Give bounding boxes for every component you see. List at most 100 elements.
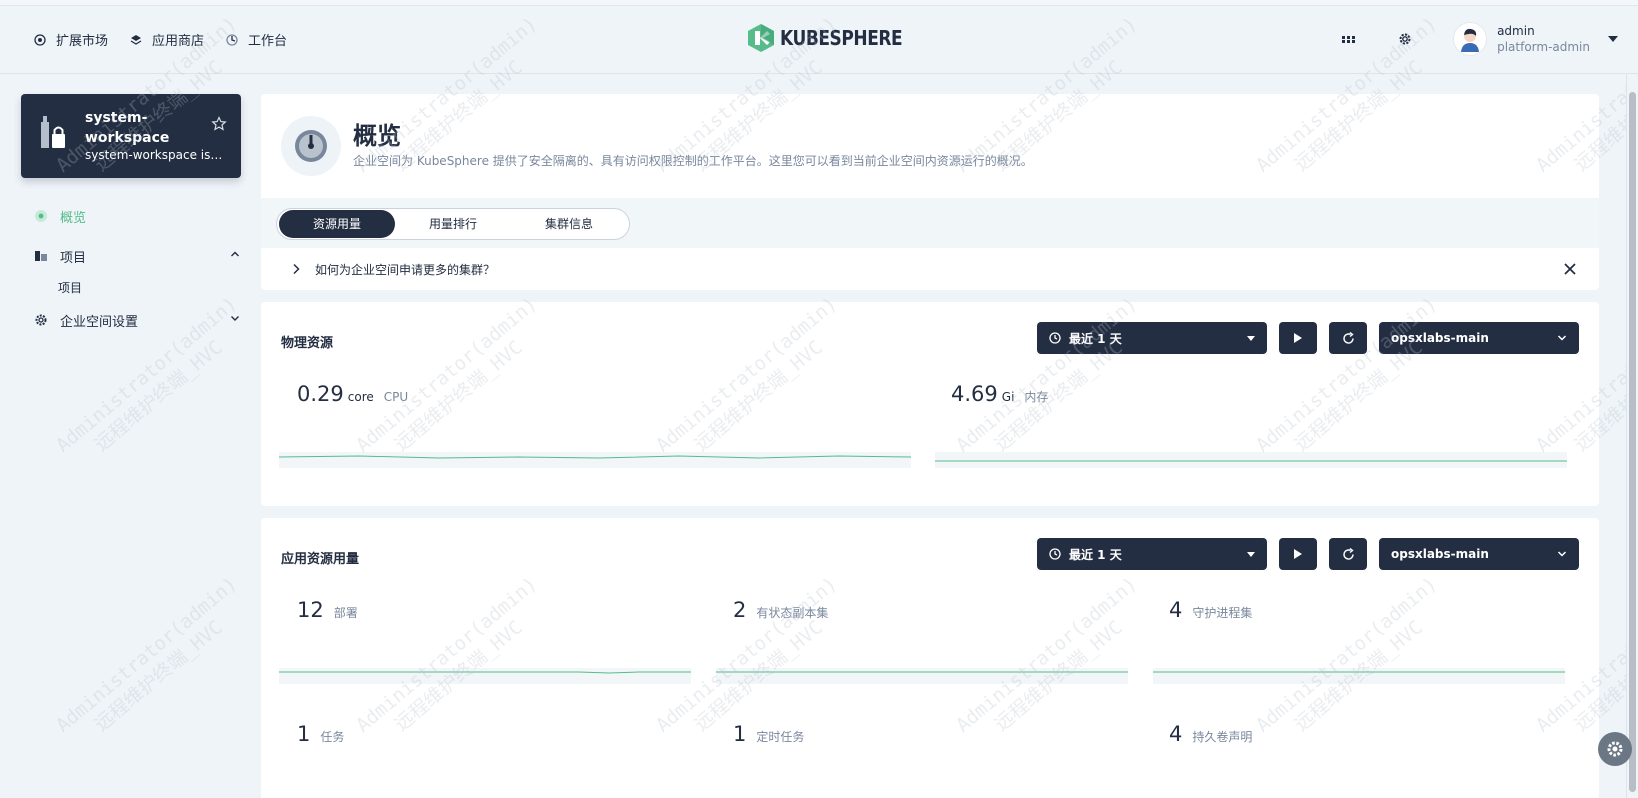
tab-resource-usage[interactable]: 资源用量	[279, 210, 395, 238]
play-button[interactable]	[1279, 322, 1317, 354]
statefulsets-label: 有状态副本集	[756, 606, 829, 620]
statefulsets-value: 2	[733, 598, 747, 622]
close-icon[interactable]	[1563, 262, 1577, 276]
workspace-card[interactable]: system-workspace system-workspace is a .…	[21, 94, 241, 178]
workspace-name: system-workspace	[85, 110, 170, 146]
physical-resources-title: 物理资源	[281, 336, 334, 351]
overview-gauge-icon	[281, 116, 341, 176]
daemonsets-label: 守护进程集	[1192, 606, 1253, 620]
cluster-value: opsxlabs-main	[1391, 331, 1489, 345]
tabs-row: 资源用量 用量排行 集群信息	[261, 198, 1599, 248]
top-edge	[0, 0, 1638, 6]
page-scrollbar[interactable]	[1626, 74, 1638, 798]
gear-icon	[1607, 741, 1623, 757]
kubesphere-logo[interactable]: KUBESPHERE	[748, 24, 924, 52]
memory-unit: Gi	[1001, 390, 1015, 404]
cronjobs-value: 1	[733, 722, 747, 746]
extension-icon	[34, 33, 46, 46]
refresh-button[interactable]	[1329, 322, 1367, 354]
tab-cluster-info[interactable]: 集群信息	[511, 210, 627, 238]
physical-resources-panel: 物理资源 最近 1 天 opsxlabs-main 0.29 core CPU	[261, 302, 1599, 506]
pvc-metric: 4 持久卷声明	[1169, 722, 1252, 746]
top-bar: 扩展市场 应用商店 工作台 KUBESPHERE admin platform-…	[0, 0, 1638, 74]
nav-app-store[interactable]: 应用商店	[130, 30, 204, 49]
sidebar-subitem-projects[interactable]: 项目	[34, 278, 240, 298]
pvc-label: 持久卷声明	[1192, 730, 1253, 744]
refresh-icon	[1342, 547, 1354, 560]
overview-tabs: 资源用量 用量排行 集群信息	[276, 208, 630, 240]
chevron-right-icon[interactable]	[291, 263, 301, 275]
watermark-line1: Administrator(admin)	[51, 572, 242, 737]
cpu-sparkline	[278, 452, 912, 468]
app-time-range-select[interactable]: 最近 1 天	[1037, 538, 1267, 570]
top-right-tools: admin platform-admin	[1341, 22, 1618, 56]
sidebar-item-overview-label: 概览	[60, 210, 87, 226]
scrollbar-thumb[interactable]	[1629, 92, 1636, 792]
app-play-button[interactable]	[1279, 538, 1317, 570]
caret-down-icon	[1247, 336, 1255, 341]
memory-sparkline-line	[935, 460, 1567, 462]
workbench-icon	[226, 33, 238, 46]
top-nav: 扩展市场 应用商店 工作台	[34, 30, 287, 49]
workspace-lock-icon	[41, 116, 65, 148]
nav-app-store-label: 应用商店	[152, 34, 205, 49]
caret-down-icon	[1247, 552, 1255, 557]
nav-extension-market[interactable]: 扩展市场	[34, 30, 108, 49]
clock-icon	[1049, 548, 1061, 560]
jobs-value: 1	[297, 722, 311, 746]
user-menu-caret-icon[interactable]	[1608, 36, 1618, 42]
sidebar-item-overview[interactable]: 概览	[34, 206, 240, 226]
physical-controls: 最近 1 天 opsxlabs-main	[1037, 322, 1579, 354]
memory-value: 4.69	[951, 382, 998, 406]
chevron-down-icon	[1557, 551, 1567, 557]
sidebar-item-workspace-settings[interactable]: 企业空间设置	[34, 310, 240, 330]
floating-settings-button[interactable]	[1598, 732, 1632, 766]
statefulsets-metric: 2 有状态副本集	[733, 598, 828, 622]
settings-gear-icon[interactable]	[1397, 31, 1413, 47]
tip-row[interactable]: 如何为企业空间申请更多的集群？	[261, 248, 1599, 290]
chevron-up-icon[interactable]	[230, 249, 240, 259]
memory-metric: 4.69 Gi 内存	[951, 382, 1048, 406]
daemonsets-metric: 4 守护进程集	[1169, 598, 1252, 622]
play-icon	[1294, 333, 1302, 343]
user-avatar-icon	[1461, 28, 1480, 52]
daemonsets-sparkline	[1153, 668, 1565, 684]
app-refresh-button[interactable]	[1329, 538, 1367, 570]
sidebar-nav: 概览 项目 项目 企业空间设置	[34, 206, 240, 330]
avatar[interactable]	[1453, 22, 1488, 56]
user-info[interactable]: admin platform-admin	[1497, 23, 1590, 55]
logo-text: KUBESPHERE	[780, 26, 903, 50]
app-time-range-value: 最近 1 天	[1069, 547, 1122, 562]
refresh-icon	[1342, 331, 1354, 344]
time-range-value: 最近 1 天	[1069, 331, 1122, 346]
cpu-sparkline-line	[278, 455, 912, 459]
watermark-line2: 远程维护终端_HVC	[90, 336, 227, 456]
sidebar-item-projects-label: 项目	[60, 250, 87, 266]
tip-text: 如何为企业空间申请更多的集群？	[315, 262, 496, 277]
tab-usage-ranking[interactable]: 用量排行	[395, 210, 511, 238]
page-description: 企业空间为 KubeSphere 提供了安全隔离的、具有访问权限控制的工作平台。…	[353, 154, 1033, 168]
overview-dashboard-icon	[35, 210, 47, 222]
watermark-line2: 远程维护终端_HVC	[90, 616, 227, 736]
gear-icon	[35, 314, 47, 326]
deployments-metric: 12 部署	[297, 598, 358, 622]
cpu-metric: 0.29 core CPU	[297, 382, 408, 406]
play-icon	[1294, 549, 1302, 559]
daemonsets-value: 4	[1169, 598, 1183, 622]
app-controls: 最近 1 天 opsxlabs-main	[1037, 538, 1579, 570]
app-cluster-select[interactable]: opsxlabs-main	[1379, 538, 1579, 570]
clock-icon	[1049, 332, 1061, 344]
pvc-value: 4	[1169, 722, 1183, 746]
app-store-icon	[130, 34, 142, 45]
chevron-down-icon[interactable]	[230, 313, 240, 323]
cluster-select[interactable]: opsxlabs-main	[1379, 322, 1579, 354]
jobs-label: 任务	[320, 730, 345, 744]
kubesphere-logo-icon	[748, 24, 774, 52]
nav-workbench[interactable]: 工作台	[226, 30, 287, 49]
time-range-select[interactable]: 最近 1 天	[1037, 322, 1267, 354]
star-icon[interactable]	[211, 116, 227, 132]
deployments-sparkline-line	[279, 671, 691, 674]
sidebar-item-projects[interactable]: 项目	[34, 246, 240, 266]
cpu-value: 0.29	[297, 382, 344, 406]
apps-grid-icon[interactable]	[1341, 31, 1357, 47]
